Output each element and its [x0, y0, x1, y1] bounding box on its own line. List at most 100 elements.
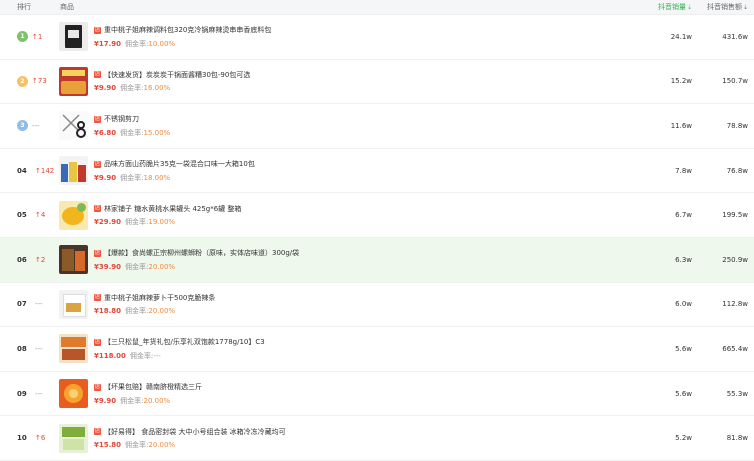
product-title[interactable]: 【快速发货】炭炭炭干锅面酱糟30包-90包可选: [104, 70, 250, 80]
rank-medal-silver-icon: 2: [17, 75, 28, 87]
product-info: 店 【三只松鼠_年货礼包/乐享礼双饱款1778g/10】C3 ¥118.00 佣…: [94, 336, 641, 361]
shop-tag-icon: 店: [94, 115, 101, 123]
product-price: ¥118.00: [94, 351, 126, 360]
rank-delta: ↑4: [35, 211, 46, 220]
rank-number: 10: [17, 434, 27, 443]
commission-value: ---: [153, 351, 161, 360]
commission-label: 佣金率:: [125, 441, 149, 450]
product-thumbnail[interactable]: [59, 289, 88, 319]
sales-cell: 5.6w: [675, 344, 692, 353]
sales-cell: 6.7w: [675, 211, 692, 220]
product-info: 店 【好易得】 食品密封袋 大中小号组合装 冰箱冷冻冷藏均可 ¥15.80 佣金…: [94, 426, 641, 451]
product-thumbnail[interactable]: [59, 111, 88, 141]
rank-cell: 2 ↑73: [0, 75, 59, 87]
commission-label: 佣金率:: [125, 307, 149, 316]
commission-label: 佣金率:: [125, 218, 149, 227]
sales-cell: 5.6w: [675, 389, 692, 398]
table-header: 排行 商品 抖音销量⇣ 抖音销售额⇣: [0, 0, 754, 15]
sales-cell: 11.6w: [670, 121, 692, 130]
table-row[interactable]: 04 ↑142 店 品味方面山药脆片35克一袋混合口味一大箱10包 ¥9.90 …: [0, 149, 754, 194]
product-title[interactable]: 重中桃子姐麻辣萝卜干500克脆辣条: [104, 293, 215, 303]
product-title[interactable]: 【好易得】 食品密封袋 大中小号组合装 冰箱冷冻冷藏均可: [104, 427, 286, 437]
rank-number: 09: [17, 389, 27, 398]
product-info: 店 林家铺子 糖水黄桃水果罐头 425g*6罐 整箱 ¥29.90 佣金率: 1…: [94, 203, 641, 228]
product-info: 店 【坏果包赔】赣南脐橙精选三斤 ¥9.90 佣金率: 20.00%: [94, 381, 641, 406]
rank-delta: ↑2: [35, 255, 46, 264]
product-price: ¥9.90: [94, 396, 117, 405]
commission-value: 19.00%: [148, 218, 176, 227]
product-thumbnail[interactable]: [59, 379, 88, 409]
rank-medal-bronze-icon: 3: [17, 120, 28, 132]
rank-cell: 3 ---: [0, 120, 59, 132]
rank-delta: ↑1: [32, 32, 43, 41]
product-thumbnail[interactable]: [59, 66, 88, 96]
header-gmv-label: 抖音销售额: [706, 3, 742, 11]
table-row[interactable]: 10 ↑6 店 【好易得】 食品密封袋 大中小号组合装 冰箱冷冻冷藏均可 ¥15…: [0, 416, 754, 461]
shop-tag-icon: 店: [94, 26, 101, 34]
gmv-cell: 431.6w: [722, 32, 748, 41]
product-price: ¥9.90: [94, 84, 117, 93]
rank-number: 05: [17, 211, 27, 220]
product-title[interactable]: 品味方面山药脆片35克一袋混合口味一大箱10包: [104, 159, 255, 169]
commission-label: 佣金率:: [120, 84, 144, 93]
gmv-cell: 199.5w: [722, 211, 748, 220]
commission-value: 18.00%: [143, 173, 171, 182]
table-row[interactable]: 3 --- 店 不锈钢剪刀 ¥6.80 佣金率: 15.00% 11.6w 78…: [0, 104, 754, 149]
gmv-cell: 150.7w: [722, 77, 748, 86]
table-row[interactable]: 1 ↑1 店 重中桃子姐麻辣调料包320克冷锅麻辣烫串串香底料包 ¥17.90 …: [0, 15, 754, 60]
shop-tag-icon: 店: [94, 160, 101, 168]
product-price: ¥39.90: [94, 262, 122, 271]
product-info: 店 重中桃子姐麻辣萝卜干500克脆辣条 ¥18.80 佣金率: 20.00%: [94, 292, 641, 317]
product-info: 店 【快速发货】炭炭炭干锅面酱糟30包-90包可选 ¥9.90 佣金率: 16.…: [94, 69, 641, 94]
product-info: 店 【爆款】食尚螺正宗柳州螺蛳粉（原味，实体店味道）300g/袋 ¥39.90 …: [94, 247, 641, 272]
shop-tag-icon: 店: [94, 294, 101, 302]
rank-cell: 05 ↑4: [0, 211, 59, 219]
rank-cell: 04 ↑142: [0, 167, 59, 175]
gmv-cell: 250.9w: [722, 255, 748, 264]
product-thumbnail[interactable]: [59, 156, 88, 186]
gmv-cell: 665.4w: [722, 344, 748, 353]
table-row[interactable]: 06 ↑2 店 【爆款】食尚螺正宗柳州螺蛳粉（原味，实体店味道）300g/袋 ¥…: [0, 237, 754, 283]
rank-delta: ↑6: [35, 434, 46, 443]
rank-number: 07: [17, 300, 27, 309]
product-title[interactable]: 【三只松鼠_年货礼包/乐享礼双饱款1778g/10】C3: [104, 337, 265, 347]
product-title[interactable]: 【爆款】食尚螺正宗柳州螺蛳粉（原味，实体店味道）300g/袋: [104, 248, 299, 258]
product-price: ¥29.90: [94, 218, 122, 227]
product-thumbnail[interactable]: [59, 22, 88, 52]
rank-delta: ---: [35, 389, 43, 398]
shop-tag-icon: 店: [94, 71, 101, 79]
sales-cell: 7.8w: [675, 166, 692, 175]
table-row[interactable]: 08 --- 店 【三只松鼠_年货礼包/乐享礼双饱款1778g/10】C3 ¥1…: [0, 327, 754, 372]
product-thumbnail[interactable]: [59, 334, 88, 364]
commission-label: 佣金率:: [120, 396, 144, 405]
table-row[interactable]: 07 --- 店 重中桃子姐麻辣萝卜干500克脆辣条 ¥18.80 佣金率: 2…: [0, 283, 754, 328]
header-gmv-sort[interactable]: 抖音销售额⇣: [696, 2, 754, 12]
product-title[interactable]: 林家铺子 糖水黄桃水果罐头 425g*6罐 整箱: [104, 204, 241, 214]
product-price: ¥9.90: [94, 173, 117, 182]
gmv-cell: 78.8w: [726, 121, 748, 130]
rank-cell: 1 ↑1: [0, 31, 59, 43]
product-title[interactable]: 不锈钢剪刀: [104, 114, 139, 124]
table-row[interactable]: 09 --- 店 【坏果包赔】赣南脐橙精选三斤 ¥9.90 佣金率: 20.00…: [0, 372, 754, 417]
product-info: 店 品味方面山药脆片35克一袋混合口味一大箱10包 ¥9.90 佣金率: 18.…: [94, 158, 641, 183]
sort-icon: ⇣: [742, 4, 748, 11]
product-title[interactable]: 重中桃子姐麻辣调料包320克冷锅麻辣烫串串香底料包: [104, 25, 271, 35]
product-thumbnail[interactable]: [59, 423, 88, 453]
table-row[interactable]: 2 ↑73 店 【快速发货】炭炭炭干锅面酱糟30包-90包可选 ¥9.90 佣金…: [0, 60, 754, 105]
table-row[interactable]: 05 ↑4 店 林家铺子 糖水黄桃水果罐头 425g*6罐 整箱 ¥29.90 …: [0, 193, 754, 238]
product-thumbnail[interactable]: [59, 245, 88, 275]
product-title[interactable]: 【坏果包赔】赣南脐橙精选三斤: [104, 382, 202, 392]
shop-tag-icon: 店: [94, 205, 101, 213]
header-rank: 排行: [17, 3, 31, 11]
sales-cell: 5.2w: [675, 434, 692, 443]
commission-value: 20.00%: [143, 396, 171, 405]
rank-delta: ---: [35, 300, 43, 309]
rank-medal-gold-icon: 1: [17, 31, 28, 43]
commission-value: 20.00%: [148, 262, 176, 271]
header-sales-sort[interactable]: 抖音销量⇣: [641, 2, 696, 12]
product-thumbnail[interactable]: [59, 200, 88, 230]
shop-tag-icon: 店: [94, 383, 101, 391]
commission-label: 佣金率:: [120, 173, 144, 182]
commission-label: 佣金率:: [120, 128, 144, 137]
shop-tag-icon: 店: [94, 338, 101, 346]
